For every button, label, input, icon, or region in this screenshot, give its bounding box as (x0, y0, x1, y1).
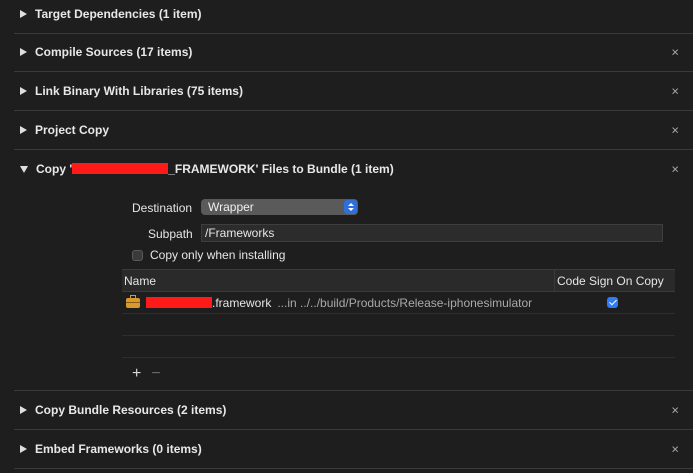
subpath-label: Subpath (148, 227, 193, 241)
disclosure-triangle-icon[interactable] (20, 445, 27, 453)
phase-copy-bundle-resources[interactable]: Copy Bundle Resources (2 items) × (14, 391, 693, 430)
column-header-code-sign[interactable]: Code Sign On Copy (555, 274, 664, 288)
table-row[interactable]: .framework ...in ../../build/Products/Re… (122, 292, 675, 314)
framework-name-suffix: .framework (212, 295, 272, 310)
phase-title: Project Copy (35, 123, 110, 137)
phase-target-dependencies[interactable]: Target Dependencies (1 item) (14, 0, 693, 34)
disclosure-triangle-icon[interactable] (20, 48, 27, 56)
table-row-empty (122, 314, 675, 336)
table-header: Name Code Sign On Copy (122, 269, 675, 292)
copy-only-checkbox[interactable] (132, 249, 143, 261)
phase-title: Copy Bundle Resources (2 items) (35, 403, 227, 417)
destination-popup[interactable]: Wrapper (201, 199, 358, 215)
subpath-field[interactable]: /Frameworks (201, 224, 663, 242)
redacted-block (72, 163, 169, 174)
disclosure-triangle-icon[interactable] (20, 87, 27, 95)
disclosure-triangle-icon[interactable] (20, 406, 27, 414)
phase-title: Compile Sources (17 items) (35, 45, 193, 59)
disclosure-triangle-icon[interactable] (20, 10, 27, 18)
close-icon[interactable]: × (671, 443, 679, 456)
disclosure-triangle-open-icon[interactable] (20, 165, 28, 173)
phase-compile-sources[interactable]: Compile Sources (17 items) × (14, 33, 693, 72)
column-header-name[interactable]: Name (122, 270, 555, 291)
phase-embed-frameworks[interactable]: Embed Frameworks (0 items) × (14, 430, 693, 469)
close-icon[interactable]: × (671, 163, 679, 176)
close-icon[interactable]: × (671, 404, 679, 417)
destination-value: Wrapper (208, 200, 254, 214)
framework-path: ...in ../../build/Products/Release-iphon… (277, 295, 533, 310)
phase-title: Copy ' _FRAMEWORK' Files to Bundle (1 ite… (36, 162, 394, 176)
phase-project-copy[interactable]: Project Copy × (14, 111, 693, 150)
popup-stepper-icon (344, 200, 357, 214)
add-button[interactable]: + (132, 366, 141, 382)
copy-only-label: Copy only when installing (150, 248, 286, 262)
copy-phase-content: Destination Wrapper Subpath /Frameworks … (14, 188, 693, 391)
table-row-empty (122, 336, 675, 358)
phase-link-binary[interactable]: Link Binary With Libraries (75 items) × (14, 72, 693, 111)
redacted-block (146, 297, 212, 308)
phase-title: Link Binary With Libraries (75 items) (35, 84, 243, 98)
disclosure-triangle-icon[interactable] (20, 126, 27, 134)
close-icon[interactable]: × (671, 85, 679, 98)
destination-label: Destination (132, 201, 193, 215)
copy-only-when-installing[interactable]: Copy only when installing (132, 248, 285, 262)
add-remove-controls: + − (132, 366, 161, 382)
files-table: Name Code Sign On Copy .framework ...in … (122, 269, 675, 358)
phase-title: Target Dependencies (1 item) (35, 7, 202, 21)
phase-title: Embed Frameworks (0 items) (35, 442, 202, 456)
close-icon[interactable]: × (671, 124, 679, 137)
code-sign-checkbox[interactable] (607, 297, 618, 308)
close-icon[interactable]: × (671, 46, 679, 59)
framework-briefcase-icon (126, 294, 140, 308)
phase-copy-files[interactable]: Copy ' _FRAMEWORK' Files to Bundle (1 ite… (14, 150, 693, 188)
remove-button[interactable]: − (151, 366, 160, 382)
